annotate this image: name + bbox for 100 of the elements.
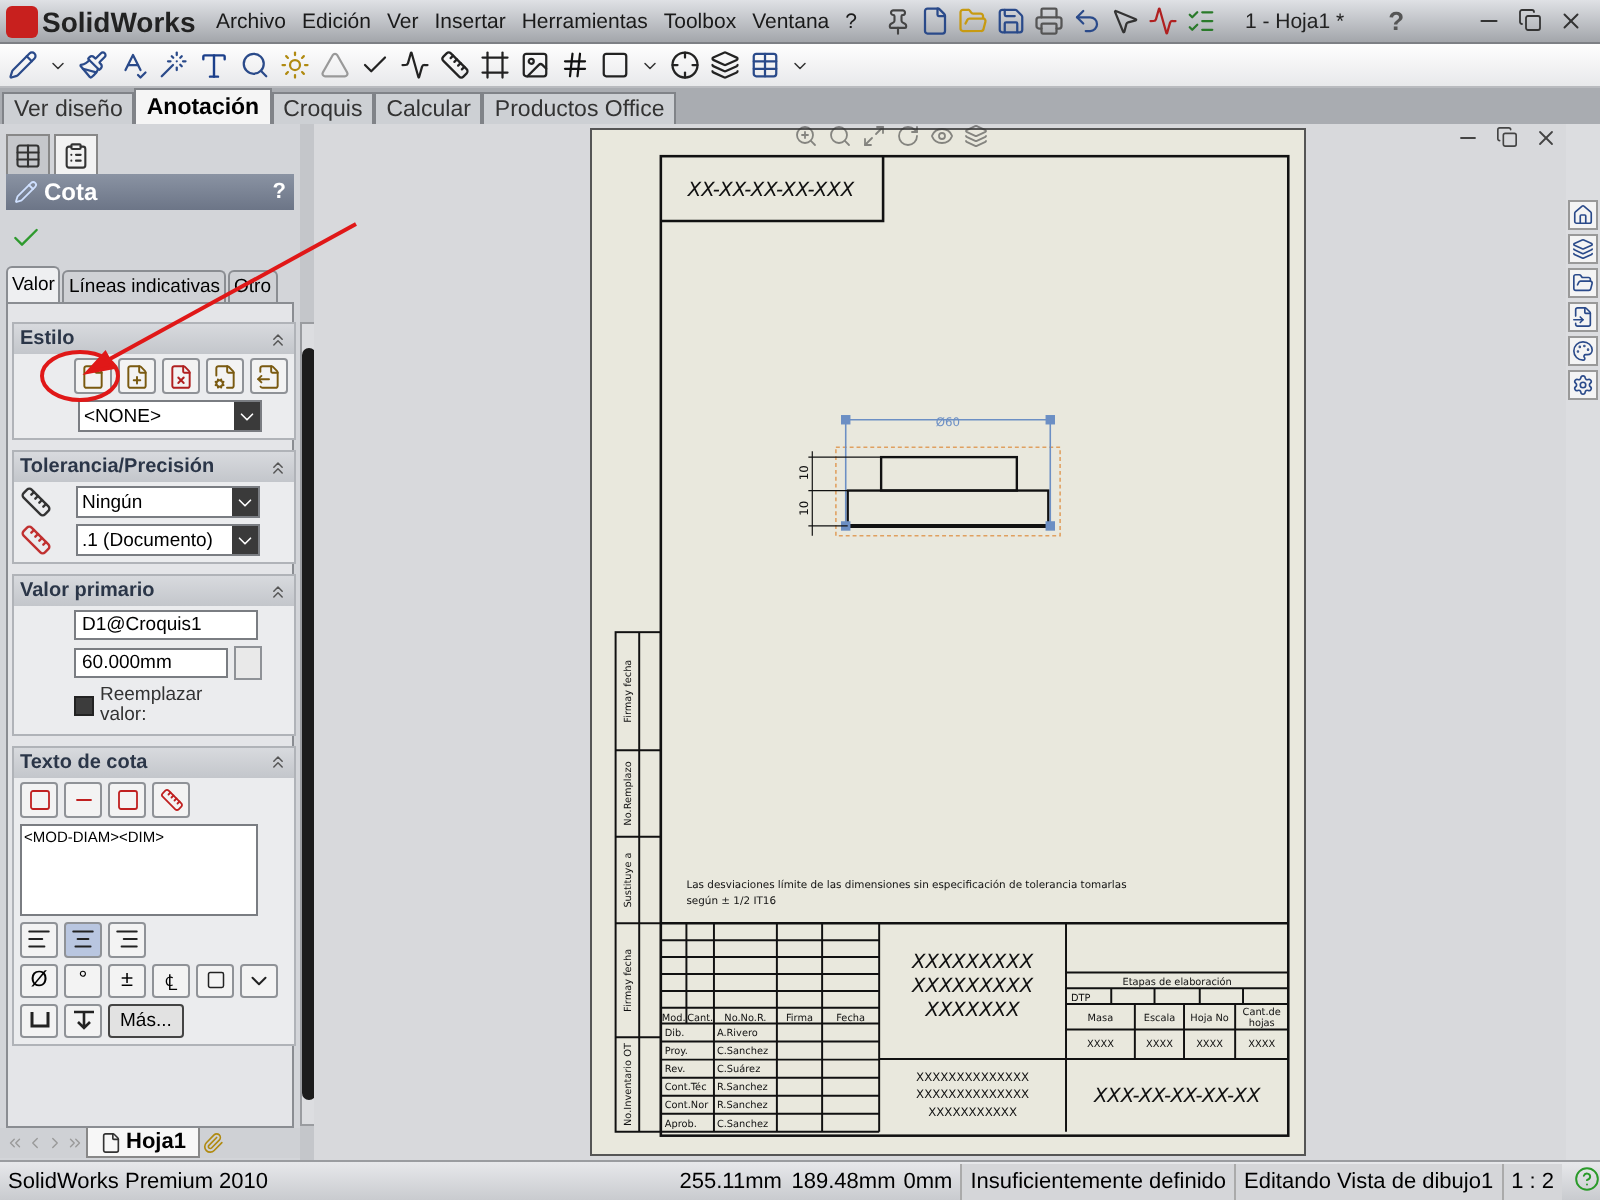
text-tool-button[interactable] [20,781,58,818]
pane-icon [1572,272,1594,294]
menu-item[interactable]: Edición [294,9,379,33]
pane-icon [1572,340,1594,362]
collapse-icon[interactable] [268,457,288,477]
more-button[interactable]: Más... [108,1003,184,1038]
help-icon[interactable] [1574,1165,1600,1191]
text-tool-button[interactable] [152,781,190,818]
menu-item[interactable]: Archivo [208,9,295,33]
table-icon[interactable] [750,50,780,80]
menu-item[interactable]: Ver [378,9,427,33]
symbol-button[interactable] [196,963,234,998]
align-button[interactable] [20,921,58,958]
style-tool-button[interactable] [118,358,156,394]
text-tool-button[interactable] [108,781,146,818]
brush-icon[interactable] [78,50,108,80]
symbol-button[interactable]: ℄ [152,963,190,998]
drawing-number: XXX-XX-XX-XX-XX [1093,1086,1261,1109]
zoom-icon[interactable] [794,124,818,148]
task-pane-button[interactable] [1568,302,1598,332]
style-tool-button[interactable] [206,358,244,394]
command-tab[interactable]: Anotación [134,88,272,124]
layers-icon[interactable] [710,50,740,80]
text-tool-button[interactable] [64,781,102,818]
symbol-button[interactable] [64,1003,102,1038]
command-tab[interactable]: Ver diseño [2,92,135,124]
fit-icon[interactable] [862,124,886,148]
align-button[interactable] [108,921,146,958]
tolerance-dropdown[interactable]: Ningún [76,486,260,518]
spell-check-icon[interactable] [118,50,148,80]
title-text: XXXXXXX [925,999,1020,1022]
help-menu[interactable]: ? [1388,6,1405,36]
view-icon[interactable] [930,124,954,148]
style-dropdown[interactable]: <NONE> [78,400,262,432]
section-title: Texto de cota [20,751,148,774]
restore-icon[interactable] [1496,126,1518,148]
value-field[interactable]: 60.000mm [74,648,228,678]
command-tab[interactable]: Productos Office [482,92,677,124]
product-name: SolidWorks Premium 2010 [6,1169,271,1193]
close-icon[interactable] [1534,126,1558,150]
scale-status: 1 : 2 [1501,1163,1562,1199]
section-title: Tolerancia/Precisión [20,456,215,478]
align-button[interactable] [64,921,102,958]
definition-status: Insuficientemente definido [960,1163,1235,1199]
document-title: 1 - Hoja1 * [1244,9,1345,33]
task-pane-button[interactable] [1568,336,1598,366]
pin-icon[interactable] [884,7,913,35]
close-icon[interactable] [1558,8,1584,34]
panel-tab[interactable]: Líneas indicativas [62,270,227,302]
collapse-icon[interactable] [268,581,288,601]
style-tool-button[interactable] [250,358,288,394]
command-tab[interactable]: Calcular [374,92,483,124]
command-tab[interactable]: Croquis [271,92,375,124]
style-tool-button[interactable] [162,358,200,394]
override-checkbox[interactable] [74,696,94,717]
symbol-button[interactable]: Ø [20,963,58,998]
picture-icon[interactable] [520,50,550,80]
annotation-circle [40,350,120,402]
undo-icon[interactable] [1072,6,1103,36]
checklist-icon[interactable] [1186,6,1217,36]
document-icon [168,363,194,389]
menu-item[interactable]: Insertar [426,9,514,33]
task-pane-button[interactable] [1568,370,1598,400]
panel-tab[interactable] [6,134,50,174]
reference-field[interactable]: D1@Croquis1 [74,610,258,640]
title-text: XXXXXXXXX [912,976,1034,999]
symbol-button[interactable] [240,963,278,998]
menu-item[interactable]: Herramientas [513,9,656,33]
menu-item[interactable]: ? [837,9,865,33]
new-document-icon[interactable] [920,6,951,36]
restore-icon[interactable] [1518,8,1542,32]
drawing-number: XX-XX-XX-XX-XXX [687,179,855,202]
menu-item[interactable]: Toolbox [655,9,745,33]
collapse-icon[interactable] [268,329,288,349]
text-icon[interactable] [198,49,230,81]
task-pane-button[interactable] [1568,234,1598,264]
printer-icon[interactable] [1034,6,1065,36]
spinner-control[interactable] [234,646,262,680]
task-pane-button[interactable] [1568,268,1598,298]
section-title: Estilo [20,328,75,350]
task-pane-button[interactable] [1568,200,1598,230]
symbol-button[interactable]: ° [64,963,102,998]
symbol-button[interactable]: ± [108,963,146,998]
save-icon[interactable] [996,6,1027,36]
dimension-line[interactable] [841,415,1055,531]
symbol-button[interactable] [20,1003,58,1038]
panel-tab[interactable]: Valor [6,266,61,302]
collapse-icon[interactable] [268,752,288,773]
help-link[interactable]: ? [272,180,286,204]
rotate-icon[interactable] [896,124,920,148]
sheet-tab[interactable]: Hoja1 [86,1128,200,1158]
cursor-icon[interactable] [1110,6,1141,36]
zoom-area-icon[interactable] [828,124,852,148]
panel-tab[interactable] [54,134,98,174]
triangle-icon[interactable] [320,50,350,80]
precision-dropdown[interactable]: .1 (Documento) [76,524,260,556]
align-icon [114,926,140,953]
wand-icon[interactable] [158,50,188,80]
menu-item[interactable]: Ventana [744,9,838,33]
center-mark-icon[interactable] [670,50,700,80]
